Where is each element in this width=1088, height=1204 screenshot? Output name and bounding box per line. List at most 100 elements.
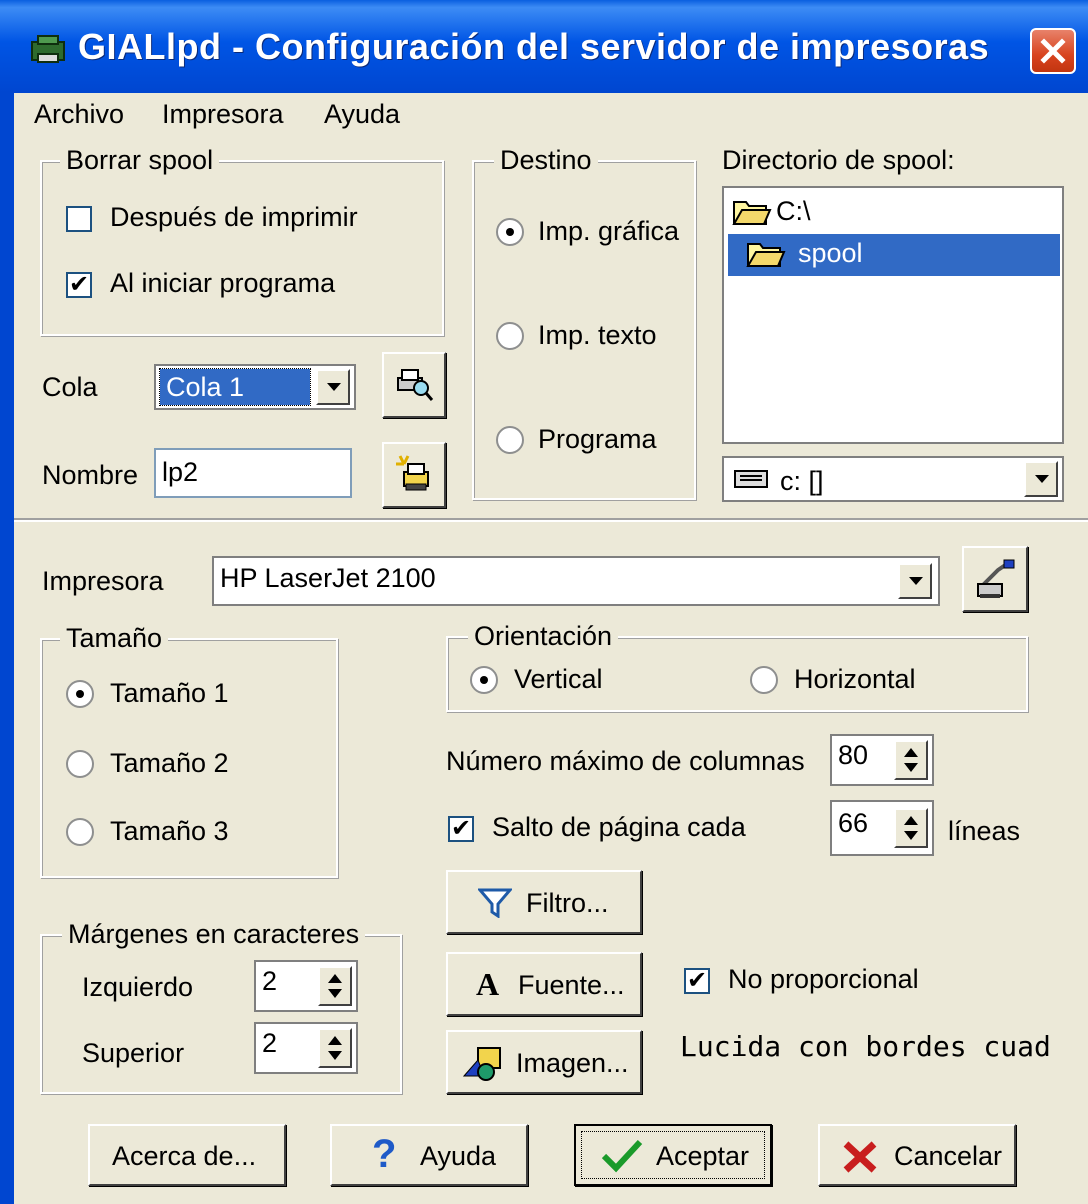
window-title: GIALlpd - Configuración del servidor de … [78, 26, 990, 67]
impresora-select[interactable]: HP LaserJet 2100 [212, 556, 940, 606]
impresora-value: HP LaserJet 2100 [220, 563, 436, 593]
new-queue-button[interactable] [382, 442, 446, 508]
cancelar-label: Cancelar [894, 1141, 1003, 1171]
spool-dir-label: Directorio de spool: [722, 145, 955, 175]
tamano-1-radio[interactable] [66, 680, 94, 708]
destino-grafica-label[interactable]: Imp. gráfica [538, 216, 679, 247]
margenes-label: Márgenes en caracteres [62, 919, 366, 950]
salto-input[interactable]: 66 [830, 800, 934, 856]
destino-texto-label[interactable]: Imp. texto [538, 320, 657, 351]
borrar-spool-group [40, 160, 444, 336]
drive-dropdown-button[interactable] [1024, 461, 1058, 497]
imagen-button[interactable]: Imagen... [446, 1030, 642, 1094]
cola-value: Cola 1 [159, 368, 311, 406]
superior-spinner[interactable] [318, 1028, 352, 1068]
al-iniciar-checkbox[interactable]: ✔ [66, 272, 92, 298]
destino-programa-label[interactable]: Programa [538, 424, 657, 455]
printer-setup-icon [977, 559, 1015, 598]
superior-input[interactable]: 2 [254, 1022, 358, 1074]
tamano-2-label[interactable]: Tamaño 2 [110, 748, 229, 779]
font-a-icon: A [476, 966, 500, 1002]
no-proporcional-label[interactable]: No proporcional [728, 964, 919, 995]
new-printer-icon [396, 455, 429, 491]
cancelar-button[interactable]: Cancelar [818, 1124, 1016, 1186]
drive-value: c: [] [780, 466, 824, 496]
menu-ayuda[interactable]: Ayuda [324, 99, 400, 130]
horizontal-radio[interactable] [750, 666, 778, 694]
open-folder-icon [746, 243, 786, 267]
no-proporcional-checkbox[interactable]: ✔ [684, 968, 710, 994]
aceptar-button[interactable]: Aceptar [574, 1124, 772, 1186]
spool-dir-tree[interactable]: C:\ spool [722, 186, 1064, 444]
tamano-label: Tamaño [60, 623, 169, 654]
cola-select[interactable]: Cola 1 [154, 364, 356, 410]
menu-bar: Archivo Impresora Ayuda [14, 93, 1088, 137]
tamano-3-radio[interactable] [66, 818, 94, 846]
fuente-label: Fuente... [518, 970, 625, 1000]
filtro-button[interactable]: Filtro... [446, 870, 642, 934]
spin-arrows-icon [904, 816, 918, 840]
tree-item-spool[interactable]: spool [728, 234, 1060, 276]
vertical-label[interactable]: Vertical [514, 664, 603, 695]
font-name-display: Lucida con bordes cuad [680, 1030, 1051, 1063]
aceptar-label: Aceptar [656, 1141, 750, 1171]
imagen-label: Imagen... [516, 1048, 629, 1078]
columnas-input[interactable]: 80 [830, 734, 934, 786]
search-queue-button[interactable] [382, 352, 446, 418]
drive-select[interactable]: c: [] [722, 456, 1064, 502]
section-divider [14, 518, 1088, 522]
izquierdo-label: Izquierdo [82, 972, 194, 1002]
nombre-input[interactable]: lp2 [154, 448, 352, 498]
open-folder-icon [732, 201, 772, 225]
salto-label[interactable]: Salto de página cada [492, 812, 746, 843]
salto-value: 66 [838, 808, 869, 838]
lineas-label: líneas [948, 816, 1021, 846]
menu-impresora[interactable]: Impresora [162, 99, 284, 130]
al-iniciar-label[interactable]: Al iniciar programa [110, 268, 335, 299]
tamano-3-label[interactable]: Tamaño 3 [110, 816, 229, 847]
drive-icon [734, 470, 768, 488]
despues-checkbox[interactable] [66, 206, 92, 232]
tree-item-c-label: C:\ [776, 196, 811, 226]
fuente-button[interactable]: A Fuente... [446, 952, 642, 1016]
acerca-label: Acerca de... [112, 1141, 257, 1171]
columnas-value: 80 [838, 740, 869, 770]
spin-arrows-icon [904, 748, 918, 772]
printer-setup-button[interactable] [962, 546, 1028, 612]
salto-checkbox[interactable]: ✔ [448, 816, 474, 842]
filter-icon [478, 888, 512, 918]
cola-dropdown-button[interactable] [316, 369, 350, 405]
columnas-spinner[interactable] [894, 740, 928, 780]
orientacion-label: Orientación [468, 621, 619, 652]
horizontal-label[interactable]: Horizontal [794, 664, 916, 695]
destino-texto-radio[interactable] [496, 322, 524, 350]
filtro-label: Filtro... [526, 888, 609, 918]
ayuda-button[interactable]: ? Ayuda [330, 1124, 528, 1186]
tamano-2-radio[interactable] [66, 750, 94, 778]
impresora-dropdown-button[interactable] [898, 563, 932, 599]
app-icon [31, 35, 65, 63]
borrar-spool-label: Borrar spool [60, 145, 220, 176]
vertical-radio[interactable] [470, 666, 498, 694]
destino-label: Destino [494, 145, 598, 176]
destino-programa-radio[interactable] [496, 426, 524, 454]
close-button[interactable] [1030, 28, 1076, 74]
izquierdo-spinner[interactable] [318, 966, 352, 1006]
izquierdo-input[interactable]: 2 [254, 960, 358, 1012]
despues-label[interactable]: Después de imprimir [110, 202, 358, 233]
cola-label: Cola [42, 372, 98, 402]
destino-grafica-radio[interactable] [496, 218, 524, 246]
salto-spinner[interactable] [894, 808, 928, 848]
spin-arrows-icon [328, 1036, 342, 1060]
tree-item-c[interactable]: C:\ [728, 192, 1058, 232]
nombre-label: Nombre [42, 460, 139, 490]
acerca-button[interactable]: Acerca de... [88, 1124, 286, 1186]
menu-archivo[interactable]: Archivo [34, 99, 124, 130]
columnas-label: Número máximo de columnas [446, 746, 805, 776]
izquierdo-value: 2 [262, 966, 278, 996]
tamano-1-label[interactable]: Tamaño 1 [110, 678, 229, 709]
search-printer-icon [397, 369, 434, 401]
tree-item-spool-label: spool [798, 238, 863, 268]
image-shapes-icon [462, 1047, 501, 1081]
close-icon [1040, 38, 1066, 64]
